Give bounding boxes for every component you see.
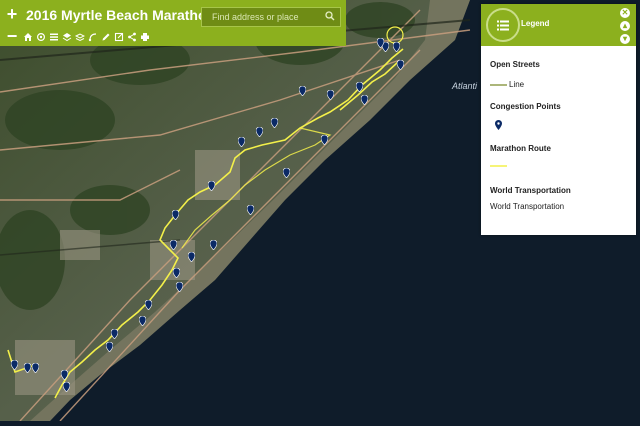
- legend-header: Legend ✕ ▴ ▾: [481, 4, 636, 46]
- congestion-point-marker[interactable]: [61, 370, 68, 380]
- legend-heading-world-transportation: World Transportation: [490, 186, 571, 195]
- legend-heading-marathon-route: Marathon Route: [490, 144, 551, 153]
- legend-heading-open-streets: Open Streets: [490, 60, 540, 69]
- congestion-point-marker[interactable]: [238, 137, 245, 147]
- congestion-point-marker[interactable]: [24, 363, 31, 373]
- congestion-point-marker[interactable]: [11, 360, 18, 370]
- legend-item-world-transportation: World Transportation: [490, 202, 565, 211]
- chevron-down-icon[interactable]: ▾: [620, 34, 630, 44]
- congestion-point-marker[interactable]: [361, 95, 368, 105]
- close-icon[interactable]: ✕: [620, 8, 630, 18]
- measure-icon[interactable]: [88, 32, 98, 42]
- congestion-point-marker[interactable]: [247, 205, 254, 215]
- search-input[interactable]: [202, 8, 320, 26]
- congestion-point-marker[interactable]: [321, 135, 328, 145]
- congestion-point-marker[interactable]: [210, 240, 217, 250]
- congestion-point-marker[interactable]: [327, 90, 334, 100]
- legend-title: Legend: [521, 19, 550, 28]
- congestion-point-marker[interactable]: [32, 363, 39, 373]
- congestion-point-marker[interactable]: [176, 282, 183, 292]
- congestion-point-marker[interactable]: [145, 300, 152, 310]
- printer-icon[interactable]: [140, 32, 150, 42]
- congestion-point-marker[interactable]: [377, 38, 384, 48]
- congestion-point-marker[interactable]: [283, 168, 290, 178]
- search-box: [201, 7, 341, 27]
- congestion-point-marker[interactable]: [356, 82, 363, 92]
- chevron-up-icon[interactable]: ▴: [620, 21, 630, 31]
- congestion-point-marker[interactable]: [397, 60, 404, 70]
- congestion-point-swatch-icon: [495, 120, 502, 130]
- layers-icon[interactable]: [62, 32, 72, 42]
- congestion-point-marker[interactable]: [393, 42, 400, 52]
- congestion-point-marker[interactable]: [63, 382, 70, 392]
- toolbar: [23, 32, 150, 44]
- zoom-out-button[interactable]: −: [3, 27, 21, 45]
- app-header: + − 2016 Myrtle Beach Marathon Map: [0, 0, 346, 46]
- congestion-point-marker[interactable]: [111, 329, 118, 339]
- legend-icon[interactable]: [486, 8, 520, 42]
- legend-panel: Legend ✕ ▴ ▾ Open Streets Line Congestio…: [481, 4, 636, 235]
- congestion-point-marker[interactable]: [208, 181, 215, 191]
- zoom-in-button[interactable]: +: [3, 5, 21, 23]
- locate-icon[interactable]: [36, 32, 46, 42]
- congestion-point-marker[interactable]: [173, 268, 180, 278]
- search-icon[interactable]: [325, 11, 335, 21]
- print-icon[interactable]: [114, 32, 124, 42]
- congestion-point-marker[interactable]: [106, 342, 113, 352]
- open-streets-line-swatch: [490, 84, 507, 86]
- congestion-point-marker[interactable]: [271, 118, 278, 128]
- ocean-label: Atlanti: [452, 81, 478, 91]
- legend-item-line: Line: [509, 80, 525, 89]
- congestion-point-marker[interactable]: [188, 252, 195, 262]
- basemap-icon[interactable]: [75, 32, 85, 42]
- edit-icon[interactable]: [101, 32, 111, 42]
- congestion-point-marker[interactable]: [256, 127, 263, 137]
- congestion-point-marker[interactable]: [170, 240, 177, 250]
- congestion-point-marker[interactable]: [139, 316, 146, 326]
- share-icon[interactable]: [127, 32, 137, 42]
- list-icon[interactable]: [49, 32, 59, 42]
- congestion-point-marker[interactable]: [172, 210, 179, 220]
- home-icon[interactable]: [23, 32, 33, 42]
- congestion-point-marker[interactable]: [299, 86, 306, 96]
- legend-heading-congestion-points: Congestion Points: [490, 102, 561, 111]
- marathon-route-line-swatch: [490, 165, 507, 167]
